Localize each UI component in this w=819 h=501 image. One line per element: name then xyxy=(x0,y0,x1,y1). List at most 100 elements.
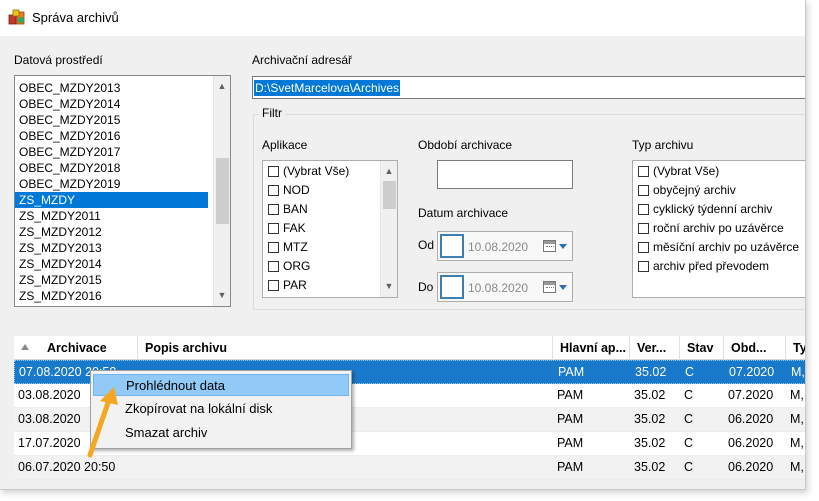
scroll-up-icon[interactable]: ▲ xyxy=(381,163,397,180)
cell-stav: C xyxy=(684,412,694,426)
context-menu: Prohlédnout data Zkopírovat na lokální d… xyxy=(90,370,352,449)
date-from-picker[interactable]: 10.08.2020 xyxy=(437,231,573,261)
cell-ver: 35.02 xyxy=(634,412,666,426)
archive-type-option[interactable]: měsíční archiv po uzávěrce xyxy=(633,238,805,257)
column-archivace[interactable]: Archivace xyxy=(14,336,138,360)
checkbox[interactable] xyxy=(638,204,649,215)
archive-type-option[interactable]: (Vybrat Vše) xyxy=(633,162,805,181)
column-verze[interactable]: Ver... xyxy=(630,336,680,360)
cell-app: PAM xyxy=(557,436,584,450)
menu-item-copy-local[interactable]: Zkopírovat na lokální disk xyxy=(93,398,349,420)
table-row[interactable]: 06.07.2020 20:50 PAM 35.02 C 06.2020 M, xyxy=(14,456,805,480)
checkbox[interactable] xyxy=(268,280,279,291)
environment-item[interactable]: ZS_MZDY2012 xyxy=(15,224,208,240)
environment-item[interactable]: ZS_MZDY2014 xyxy=(15,256,208,272)
environment-item[interactable]: OBEC_MZDY2019 xyxy=(15,176,208,192)
table-header: Archivace Popis archivu Hlavní ap... Ver… xyxy=(14,336,805,360)
environment-item[interactable]: ZS_MZDY2011 xyxy=(15,208,208,224)
environment-item[interactable]: ZS_MZDY xyxy=(15,192,208,208)
checkbox[interactable] xyxy=(638,242,649,253)
menu-item-view-data[interactable]: Prohlédnout data xyxy=(93,374,349,396)
application-option[interactable]: MTZ xyxy=(263,238,379,257)
cell-obd: 06.2020 xyxy=(728,436,774,450)
scroll-thumb[interactable] xyxy=(383,181,396,209)
archive-type-option[interactable]: cyklický týdenní archiv xyxy=(633,200,805,219)
period-input[interactable] xyxy=(437,160,573,189)
checkbox[interactable] xyxy=(638,261,649,272)
environments-scrollbar[interactable]: ▲ ▼ xyxy=(213,76,230,306)
environment-item[interactable]: OBEC_MZDY2014 xyxy=(15,96,208,112)
date-from-focus[interactable] xyxy=(440,234,464,258)
application-option[interactable]: POK xyxy=(263,295,379,297)
menu-item-delete-archive[interactable]: Smazat archiv xyxy=(93,422,349,444)
column-stav[interactable]: Stav xyxy=(680,336,724,360)
archive-type-option-label: roční archiv po uzávěrce xyxy=(653,221,784,235)
environment-item[interactable]: OBEC_MZDY2013 xyxy=(15,80,208,96)
environment-item[interactable]: ZS_MZDY2016 xyxy=(15,288,208,304)
applications-listbox[interactable]: (Vybrat Vše) NOD BAN FAK MTZ ORG PAR POK ▲ ▼ xyxy=(262,160,398,298)
chevron-down-icon[interactable] xyxy=(559,285,567,290)
archive-type-listbox[interactable]: (Vybrat Vše) obyčejný archiv cyklický týde… xyxy=(632,160,805,298)
scroll-down-icon[interactable]: ▼ xyxy=(381,278,397,295)
cell-stav: C xyxy=(684,436,694,450)
sort-ascending-icon xyxy=(21,344,29,350)
environment-item[interactable]: OBEC_MZDY2016 xyxy=(15,128,208,144)
checkbox[interactable] xyxy=(268,166,279,177)
calendar-icon[interactable] xyxy=(543,240,556,252)
archive-path-label: Archivační adresář xyxy=(252,53,353,67)
application-option[interactable]: NOD xyxy=(263,181,379,200)
applications-scrollbar[interactable]: ▲ ▼ xyxy=(380,161,397,297)
column-typ[interactable]: Ty xyxy=(786,336,805,360)
archive-type-option[interactable]: roční archiv po uzávěrce xyxy=(633,219,805,238)
application-option[interactable]: PAR xyxy=(263,276,379,295)
column-popis[interactable]: Popis archivu xyxy=(138,336,553,360)
application-option-label: FAK xyxy=(283,221,306,235)
checkbox[interactable] xyxy=(638,223,649,234)
archive-type-label: Typ archivu xyxy=(632,138,694,152)
cell-stav: C xyxy=(684,460,694,474)
date-to-picker[interactable]: 10.08.2020 xyxy=(437,272,573,302)
application-option-label: BAN xyxy=(283,202,308,216)
application-option[interactable]: (Vybrat Vše) xyxy=(263,162,379,181)
archive-type-option[interactable]: obyčejný archiv xyxy=(633,181,805,200)
scroll-down-icon[interactable]: ▼ xyxy=(214,287,230,304)
application-option[interactable]: ORG xyxy=(263,257,379,276)
checkbox[interactable] xyxy=(638,185,649,196)
environments-listbox[interactable]: OBEC_MZDY2013 OBEC_MZDY2014 OBEC_MZDY2015 O… xyxy=(14,75,231,307)
cell-typ: M, xyxy=(790,388,804,402)
checkbox[interactable] xyxy=(268,185,279,196)
environment-item[interactable]: ZS_MZDY2015 xyxy=(15,272,208,288)
checkbox[interactable] xyxy=(638,166,649,177)
application-option[interactable]: FAK xyxy=(263,219,379,238)
checkbox[interactable] xyxy=(268,204,279,215)
column-obdobi[interactable]: Obd... xyxy=(724,336,786,360)
cell-obd: 06.2020 xyxy=(728,460,774,474)
environment-item[interactable]: OBEC_MZDY2017 xyxy=(15,144,208,160)
cell-typ: M, xyxy=(790,436,804,450)
archive-type-option[interactable]: archiv před převodem xyxy=(633,257,805,276)
scroll-up-icon[interactable]: ▲ xyxy=(214,78,230,95)
title-bar: Správa archivů xyxy=(0,0,805,36)
application-option[interactable]: BAN xyxy=(263,200,379,219)
archive-path-input[interactable]: D:\SvetMarcelova\Archives xyxy=(252,76,805,99)
application-option-label: ORG xyxy=(283,259,311,273)
cell-obd: 07.2020 xyxy=(728,388,774,402)
cell-app: PAM xyxy=(558,365,585,379)
scroll-thumb[interactable] xyxy=(216,158,229,224)
chevron-down-icon[interactable] xyxy=(559,244,567,249)
column-hlavni-aplikace[interactable]: Hlavní ap... xyxy=(553,336,630,360)
filter-legend: Filtr xyxy=(259,106,285,120)
archive-manager-window: Správa archivů Datová prostředí OBEC_MZD… xyxy=(0,0,806,490)
checkbox[interactable] xyxy=(268,223,279,234)
cell-ver: 35.02 xyxy=(634,388,666,402)
environment-item[interactable]: OBEC_MZDY2015 xyxy=(15,112,208,128)
cell-stav: C xyxy=(684,388,694,402)
cell-app: PAM xyxy=(557,388,584,402)
application-option-label: PAR xyxy=(283,278,307,292)
calendar-icon[interactable] xyxy=(543,281,556,293)
date-to-focus[interactable] xyxy=(440,275,464,299)
environment-item[interactable]: ZS_MZDY2013 xyxy=(15,240,208,256)
checkbox[interactable] xyxy=(268,242,279,253)
environment-item[interactable]: OBEC_MZDY2018 xyxy=(15,160,208,176)
checkbox[interactable] xyxy=(268,261,279,272)
